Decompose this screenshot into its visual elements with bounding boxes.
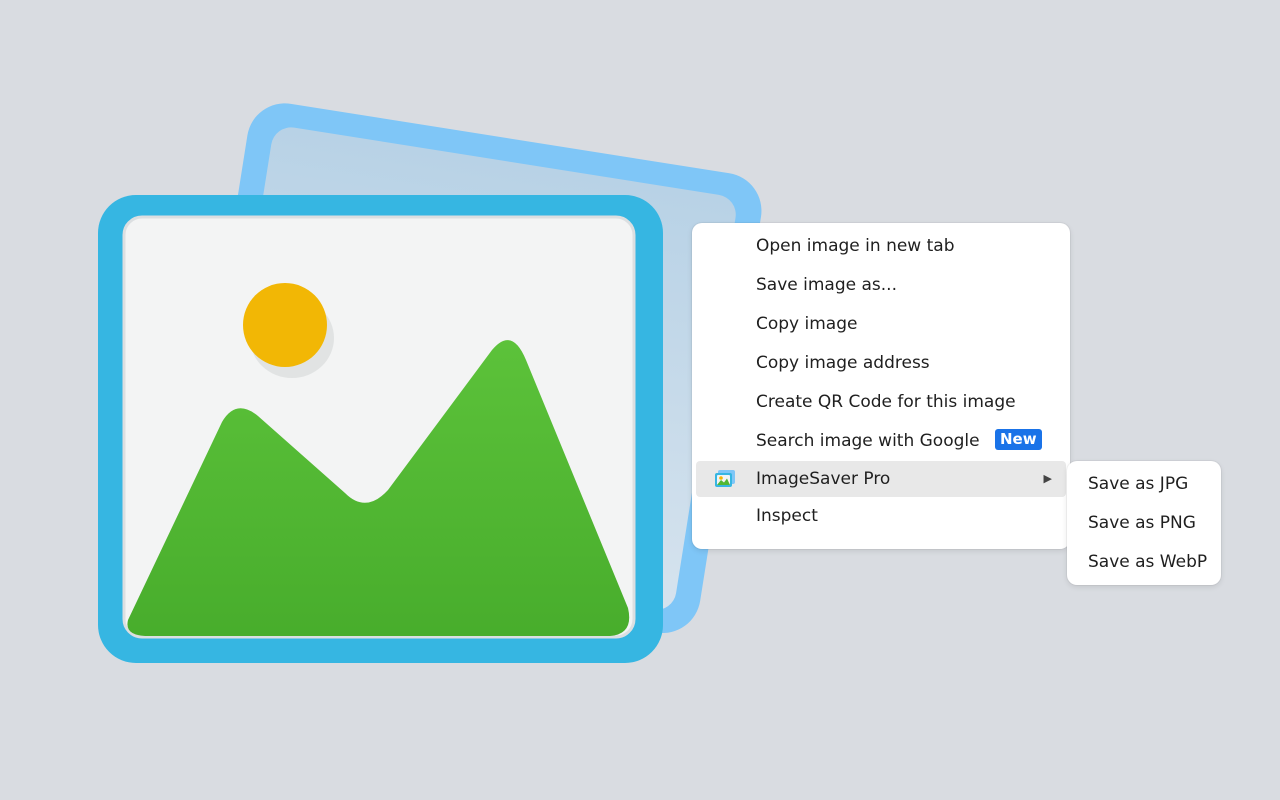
imagesaver-extension-icon — [715, 470, 735, 487]
context-menu: Open image in new tab Save image as... C… — [692, 223, 1070, 549]
create-qr-code-item[interactable]: Create QR Code for this image — [692, 383, 1070, 422]
menu-item-label: Inspect — [756, 506, 818, 526]
menu-item-label: Open image in new tab — [756, 236, 955, 256]
search-image-google-item[interactable]: Search image with Google New — [692, 422, 1070, 461]
inspect-item[interactable]: Inspect — [692, 497, 1070, 536]
submenu-arrow-icon: ▶ — [1043, 472, 1052, 485]
save-as-webp-item[interactable]: Save as WebP — [1067, 543, 1221, 582]
save-image-as-item[interactable]: Save image as... — [692, 266, 1070, 305]
page: Open image in new tab Save image as... C… — [0, 0, 1280, 800]
menu-item-label: Create QR Code for this image — [756, 392, 1016, 412]
open-image-new-tab-item[interactable]: Open image in new tab — [692, 227, 1070, 266]
submenu-item-label: Save as WebP — [1088, 552, 1208, 572]
save-as-png-item[interactable]: Save as PNG — [1067, 504, 1221, 543]
sun-icon — [243, 283, 327, 367]
menu-item-label: Save image as... — [756, 275, 897, 295]
submenu-item-label: Save as JPG — [1088, 474, 1189, 494]
save-as-jpg-item[interactable]: Save as JPG — [1067, 465, 1221, 504]
imagesaver-pro-item[interactable]: ImageSaver Pro ▶ — [696, 461, 1066, 497]
menu-item-label: ImageSaver Pro — [756, 469, 891, 489]
submenu-item-label: Save as PNG — [1088, 513, 1196, 533]
menu-item-label: Copy image — [756, 314, 858, 334]
new-badge: New — [995, 428, 1042, 450]
menu-item-label: Copy image address — [756, 353, 930, 373]
copy-image-address-item[interactable]: Copy image address — [692, 344, 1070, 383]
menu-item-label: Search image with Google — [756, 431, 980, 451]
imagesaver-submenu: Save as JPG Save as PNG Save as WebP — [1067, 461, 1221, 585]
image-illustration[interactable] — [0, 0, 1280, 800]
copy-image-item[interactable]: Copy image — [692, 305, 1070, 344]
